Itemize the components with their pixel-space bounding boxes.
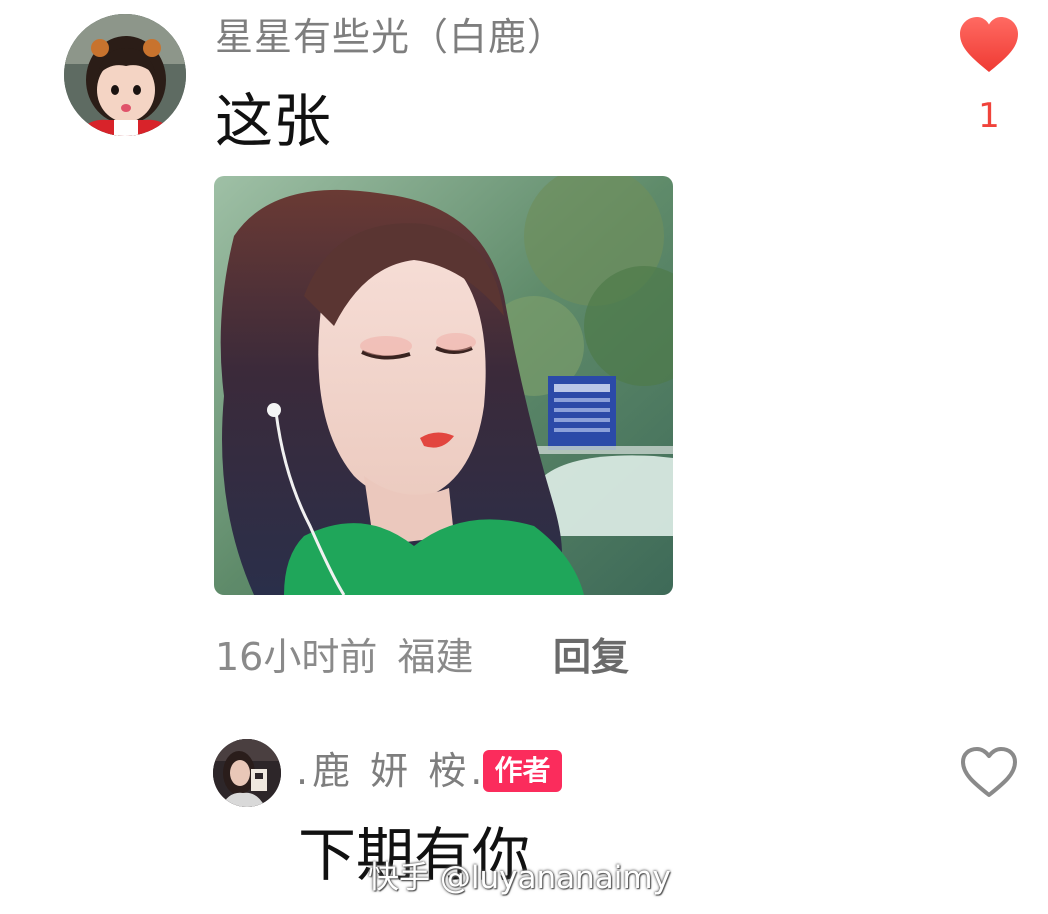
commenter-avatar[interactable]: [64, 14, 186, 136]
like-count: 1: [978, 96, 1000, 136]
comment-meta: 16小时前 福建: [215, 632, 473, 682]
comment-time: 16小时前: [215, 635, 378, 679]
like-button[interactable]: 1: [956, 14, 1024, 136]
comment-photo[interactable]: [214, 176, 673, 595]
reply-author-avatar[interactable]: [213, 739, 281, 807]
watermark: 快手 @luyananaimy: [368, 860, 671, 896]
reply-author-name[interactable]: .鹿 妍 桉.: [296, 746, 486, 796]
reply-button[interactable]: 回复: [553, 632, 629, 682]
heart-filled-icon: [960, 17, 1018, 72]
comment-location: 福建: [397, 635, 474, 679]
comment-thread: 星星有些光（白鹿） 这张 1 16小时前 福建 回复 .鹿 妍 桉. 作者 下期…: [0, 0, 1048, 914]
author-badge: 作者: [483, 750, 562, 792]
commenter-name[interactable]: 星星有些光（白鹿）: [215, 12, 566, 62]
heart-outline-icon[interactable]: [960, 746, 1018, 798]
comment-text: 这张: [215, 87, 332, 155]
